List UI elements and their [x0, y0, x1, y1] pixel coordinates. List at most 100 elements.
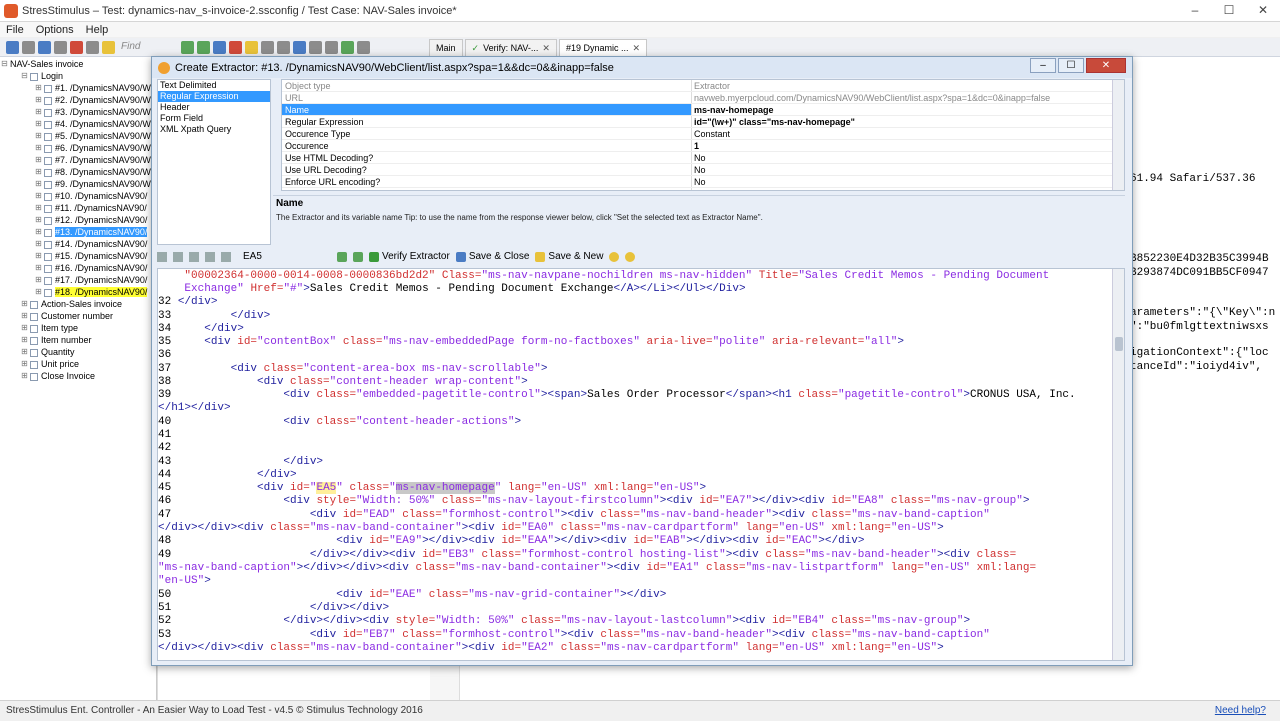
expand-icon[interactable]: ⊞ — [34, 82, 43, 94]
tree-icon[interactable] — [261, 40, 274, 54]
property-value[interactable]: 1 — [692, 140, 1124, 151]
clear-icon[interactable] — [86, 40, 99, 54]
bulb-icon[interactable] — [245, 40, 258, 54]
tree-item[interactable]: ⊞ #12. /DynamicsNAV90/ — [0, 214, 156, 226]
expand-icon[interactable]: ⊞ — [34, 142, 43, 154]
expand-icon[interactable]: ⊞ — [34, 238, 43, 250]
scroll-thumb[interactable] — [1115, 337, 1123, 351]
layout-icon[interactable] — [309, 40, 322, 54]
delete-icon[interactable] — [229, 40, 242, 54]
tree-item[interactable]: ⊟ Login — [0, 70, 156, 82]
expand-icon[interactable]: ⊞ — [20, 298, 29, 310]
response-code-view[interactable]: "00002364-0000-0014-0008-0000836bd2d2" C… — [157, 268, 1125, 661]
tree-item[interactable]: ⊞ Item number — [0, 334, 156, 346]
code-scrollbar[interactable] — [1112, 269, 1124, 660]
expand-icon[interactable]: ⊞ — [34, 154, 43, 166]
extractor-type-item[interactable]: XML Xpath Query — [158, 124, 270, 135]
property-row[interactable]: Use HTML Decoding? No — [282, 152, 1124, 164]
expand-icon[interactable]: ⊞ — [34, 166, 43, 178]
extractor-type-item[interactable]: Header — [158, 102, 270, 113]
help-link[interactable]: Need help? — [1215, 701, 1266, 721]
tree-item[interactable]: ⊞ #14. /DynamicsNAV90/ — [0, 238, 156, 250]
expand-icon[interactable]: ⊞ — [34, 202, 43, 214]
expand-icon[interactable]: ⊞ — [34, 130, 43, 142]
dialog-maximize-button[interactable]: ☐ — [1058, 58, 1084, 73]
tree-item[interactable]: ⊞ Customer number — [0, 310, 156, 322]
property-value[interactable]: id="(\w+)" class="ms-nav-homepage" — [692, 116, 1124, 127]
list-icon[interactable] — [277, 40, 290, 54]
property-value[interactable]: No — [692, 176, 1124, 187]
expand-icon[interactable]: ⊞ — [20, 346, 29, 358]
extract2-icon[interactable] — [353, 251, 363, 262]
property-row[interactable]: URL navweb.myerpcloud.com/DynamicsNAV90/W… — [282, 92, 1124, 104]
expand-icon[interactable]: ⊞ — [34, 214, 43, 226]
grid-icon[interactable] — [213, 40, 226, 54]
property-value[interactable]: ms-nav-homepage — [692, 104, 1124, 115]
redo-icon[interactable] — [54, 40, 67, 54]
extractor-type-item[interactable]: Regular Expression — [158, 91, 270, 102]
save-new-button[interactable]: Save & New — [535, 251, 603, 262]
tree-item[interactable]: ⊞ #4. /DynamicsNAV90/W — [0, 118, 156, 130]
tree-item[interactable]: ⊞ #2. /DynamicsNAV90/W — [0, 94, 156, 106]
property-row[interactable]: Enforce URL encoding? No — [282, 176, 1124, 188]
property-value[interactable]: navweb.myerpcloud.com/DynamicsNAV90/WebC… — [692, 92, 1124, 103]
undo-icon[interactable] — [38, 40, 51, 54]
extractor-type-item[interactable]: Form Field — [158, 113, 270, 124]
expand-icon[interactable]: ⊞ — [20, 370, 29, 382]
tree-item[interactable]: ⊞ #5. /DynamicsNAV90/W — [0, 130, 156, 142]
bulb-icon[interactable] — [609, 251, 620, 262]
expand-icon[interactable]: ⊞ — [34, 274, 43, 286]
menu-options[interactable]: Options — [30, 24, 80, 36]
expand-icon[interactable]: ⊞ — [34, 250, 43, 262]
save-close-button[interactable]: Save & Close — [455, 251, 529, 262]
tree-item[interactable]: ⊞ #8. /DynamicsNAV90/W — [0, 166, 156, 178]
expand-icon[interactable]: ⊞ — [20, 310, 29, 322]
expand-icon[interactable]: ⊞ — [20, 322, 29, 334]
tree-item[interactable]: ⊞ #13. /DynamicsNAV90/ — [0, 226, 156, 238]
tree-item[interactable]: ⊞ #6. /DynamicsNAV90/W — [0, 142, 156, 154]
tree-item[interactable]: ⊞ #18. /DynamicsNAV90/ — [0, 286, 156, 298]
maximize-button[interactable]: ☐ — [1212, 0, 1246, 20]
property-value[interactable]: No — [692, 152, 1124, 163]
dialog-close-button[interactable]: ✕ — [1086, 58, 1126, 73]
edit-icon[interactable] — [70, 40, 83, 54]
tree-item[interactable]: ⊞ #9. /DynamicsNAV90/W — [0, 178, 156, 190]
next-icon[interactable] — [205, 251, 215, 262]
expand-icon[interactable]: ⊞ — [34, 94, 43, 106]
property-row[interactable]: Use Form Url Decoding?No — [282, 188, 1124, 190]
find-input[interactable]: Find — [118, 40, 178, 54]
tab-main[interactable]: Main — [429, 39, 463, 57]
tree-item[interactable]: ⊞ #10. /DynamicsNAV90/ — [0, 190, 156, 202]
tree-item[interactable]: ⊞ Close Invoice — [0, 370, 156, 382]
property-value[interactable]: No — [692, 188, 1124, 190]
tree-item[interactable]: ⊞ #11. /DynamicsNAV90/ — [0, 202, 156, 214]
copy-icon[interactable] — [293, 40, 306, 54]
check-icon[interactable] — [341, 40, 354, 54]
expand-icon[interactable]: ⊞ — [20, 358, 29, 370]
property-value[interactable]: No — [692, 164, 1124, 175]
property-value[interactable]: Constant — [692, 128, 1124, 139]
tree-item[interactable]: ⊞ Quantity — [0, 346, 156, 358]
remove-icon[interactable] — [22, 40, 35, 54]
tab-dynamic[interactable]: #19 Dynamic ... ✕ — [558, 39, 648, 57]
tree-item[interactable]: ⊞ Action-Sales invoice — [0, 298, 156, 310]
expand-icon[interactable]: ⊞ — [34, 118, 43, 130]
close-button[interactable]: ✕ — [1246, 0, 1280, 20]
menu-file[interactable]: File — [0, 24, 30, 36]
tree-item[interactable]: ⊞ #3. /DynamicsNAV90/W — [0, 106, 156, 118]
last-icon[interactable] — [221, 251, 231, 262]
property-row[interactable]: Name ms-nav-homepage — [282, 104, 1124, 116]
prev-icon[interactable] — [173, 251, 183, 262]
dialog-minimize-button[interactable]: – — [1030, 58, 1056, 73]
extract-icon[interactable] — [337, 251, 347, 262]
search-value[interactable]: EA5 — [243, 251, 327, 262]
property-row[interactable]: Occurence 1 — [282, 140, 1124, 152]
tree-item[interactable]: ⊞ #1. /DynamicsNAV90/W — [0, 82, 156, 94]
verify-extractor-button[interactable]: Verify Extractor — [369, 251, 450, 262]
tree-item[interactable]: ⊞ #16. /DynamicsNAV90/ — [0, 262, 156, 274]
tree-item[interactable]: ⊞ Unit price — [0, 358, 156, 370]
add-icon[interactable] — [6, 40, 19, 54]
tree-item[interactable]: ⊞ #15. /DynamicsNAV90/ — [0, 250, 156, 262]
property-row[interactable]: Occurence Type Constant — [282, 128, 1124, 140]
settings-icon[interactable] — [357, 40, 370, 54]
